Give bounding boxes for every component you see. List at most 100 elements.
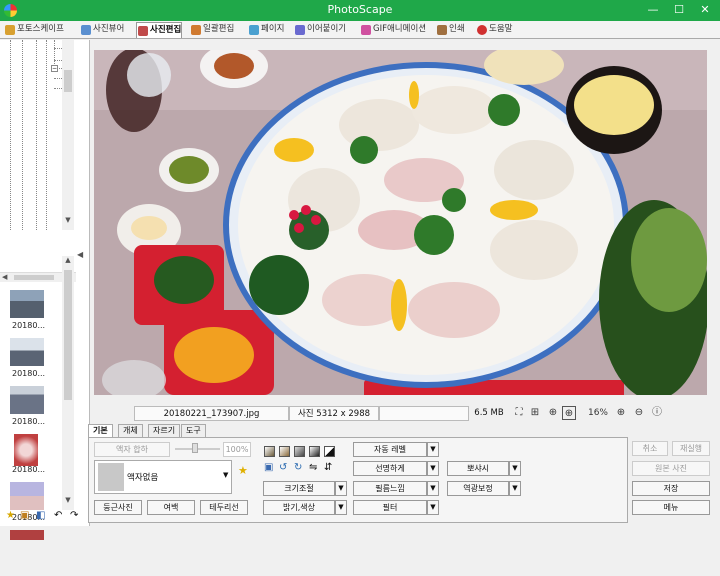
thumbnail-scrollbar[interactable]: ▲ ▼ bbox=[62, 256, 74, 510]
frame-size-value[interactable]: 100% bbox=[223, 442, 251, 457]
tree-scrollbar[interactable]: ▼ bbox=[62, 40, 74, 230]
tone-3-icon[interactable] bbox=[294, 446, 305, 457]
zoom-fit-icon[interactable]: ⊕ bbox=[546, 406, 560, 420]
edited-photo bbox=[94, 50, 707, 395]
close-button[interactable]: ✕ bbox=[692, 0, 718, 21]
tab-basic[interactable]: 기본 bbox=[88, 424, 113, 437]
tab-crop[interactable]: 자르기 bbox=[148, 424, 181, 437]
backlight-button[interactable]: 역광보정 bbox=[447, 481, 509, 496]
tab-batch-editor[interactable]: 일괄편집 bbox=[190, 22, 234, 38]
image-canvas[interactable] bbox=[94, 50, 707, 395]
favorite-star-icon[interactable]: ★ bbox=[238, 464, 248, 477]
filter-button[interactable]: 필터 bbox=[353, 500, 427, 515]
flip-vertical-icon[interactable]: ⇵ bbox=[324, 462, 332, 473]
info-icon[interactable]: ⓘ bbox=[650, 406, 664, 420]
resize-dropdown[interactable]: ▼ bbox=[335, 481, 347, 496]
zoom-level: 16% bbox=[587, 408, 608, 418]
minimize-button[interactable]: — bbox=[640, 0, 666, 21]
tone-4-icon[interactable] bbox=[309, 446, 320, 457]
gif-icon bbox=[361, 25, 371, 35]
tab-gif-animation[interactable]: GIF애니메이션 bbox=[360, 22, 426, 38]
thumbnail-item[interactable]: 20180... bbox=[2, 384, 62, 432]
resize-button[interactable]: 크기조절 bbox=[263, 481, 335, 496]
image-icon[interactable]: ▣ bbox=[264, 462, 273, 473]
bloom-button[interactable]: 뽀샤시 bbox=[447, 461, 509, 476]
basic-tab-content: 액자 합하 100% 액자없음 ▼ ★ 둥근사진 여백 테두리선 ▣ ↺ ↻ ⇋… bbox=[88, 437, 628, 523]
thumbnail-item[interactable] bbox=[2, 528, 62, 576]
margin-button[interactable]: 여백 bbox=[147, 500, 195, 515]
frame-select[interactable]: 액자없음 ▼ bbox=[94, 460, 232, 494]
tab-tools[interactable]: 도구 bbox=[181, 424, 206, 437]
viewer-icon bbox=[81, 25, 91, 35]
zoom-auto-icon[interactable]: ⊕ bbox=[562, 406, 576, 420]
window-title: PhotoScape bbox=[327, 3, 393, 16]
slider-thumb[interactable] bbox=[192, 443, 198, 453]
maximize-button[interactable]: ☐ bbox=[666, 0, 692, 21]
sharpen-button[interactable]: 선명하게 bbox=[353, 461, 427, 476]
back-arrow-icon[interactable]: ↶ bbox=[54, 510, 62, 521]
thumbnail-item[interactable]: 20180... bbox=[2, 288, 62, 336]
tone-1-icon[interactable] bbox=[264, 446, 275, 457]
menu-button[interactable]: 메뉴 bbox=[632, 500, 710, 515]
batch-editor-icon bbox=[191, 25, 201, 35]
chevron-down-icon: ▼ bbox=[223, 471, 229, 479]
scroll-down-icon[interactable]: ▼ bbox=[62, 216, 74, 224]
left-panel: − ▼ ◀ ▶ 20180... 20180... 20180... 20180… bbox=[0, 40, 90, 540]
scroll-left-icon[interactable]: ◀ bbox=[2, 273, 7, 281]
thumbnail-item[interactable]: 20180... bbox=[2, 432, 62, 480]
zoom-out-icon[interactable]: ⊖ bbox=[632, 406, 646, 420]
title-bar: PhotoScape — ☐ ✕ bbox=[0, 0, 720, 21]
open-folder-icon[interactable]: ◧ bbox=[36, 510, 45, 521]
tone-5-icon[interactable] bbox=[324, 446, 335, 457]
tab-photoscape[interactable]: 포토스케이프 bbox=[4, 22, 64, 38]
main-tab-bar: 포토스케이프 사진뷰어 사진편집 일괄편집 페이지 이어붙이기 GIF애니메이션… bbox=[0, 21, 720, 39]
filename-field: 20180221_173907.jpg bbox=[134, 406, 289, 421]
tone-2-icon[interactable] bbox=[279, 446, 290, 457]
original-photo-button[interactable]: 원본 사진 bbox=[632, 461, 710, 476]
zoom-in-icon[interactable]: ⊕ bbox=[614, 406, 628, 420]
tab-page[interactable]: 페이지 bbox=[248, 22, 284, 38]
thumbnail-list: 20180... 20180... 20180... 20180... 2018… bbox=[2, 288, 62, 576]
panel-splitter[interactable]: ◀ bbox=[77, 250, 83, 280]
photoscape-icon bbox=[5, 25, 15, 35]
forward-arrow-icon[interactable]: ↷ bbox=[70, 510, 78, 521]
rotate-left-icon[interactable]: ↺ bbox=[279, 462, 287, 473]
help-icon bbox=[477, 25, 487, 35]
redo-button[interactable]: 재실행 bbox=[672, 441, 710, 456]
auto-level-button[interactable]: 자동 레벨 bbox=[353, 442, 427, 457]
thumbnail-item[interactable]: 20180... bbox=[2, 336, 62, 384]
border-line-button[interactable]: 테두리선 bbox=[200, 500, 248, 515]
star-icon[interactable]: ★ bbox=[6, 510, 15, 521]
flip-horizontal-icon[interactable]: ⇋ bbox=[309, 462, 317, 473]
print-icon bbox=[437, 25, 447, 35]
rounded-photo-button[interactable]: 둥근사진 bbox=[94, 500, 142, 515]
tab-help[interactable]: 도움말 bbox=[476, 22, 512, 38]
tab-editor[interactable]: 사진편집 bbox=[136, 22, 183, 38]
brightness-dropdown[interactable]: ▼ bbox=[335, 500, 347, 515]
tab-viewer[interactable]: 사진뷰어 bbox=[80, 22, 124, 38]
backlight-dropdown[interactable]: ▼ bbox=[509, 481, 521, 496]
filter-dropdown[interactable]: ▼ bbox=[427, 500, 439, 515]
fit-window-icon[interactable]: ⛶ bbox=[512, 406, 526, 420]
auto-level-dropdown[interactable]: ▼ bbox=[427, 442, 439, 457]
editor-icon bbox=[138, 26, 148, 36]
bloom-dropdown[interactable]: ▼ bbox=[509, 461, 521, 476]
film-dropdown[interactable]: ▼ bbox=[427, 481, 439, 496]
combine-icon bbox=[295, 25, 305, 35]
undo-button[interactable]: 취소 bbox=[632, 441, 668, 456]
expand-icon[interactable]: − bbox=[51, 65, 58, 72]
scroll-up-icon[interactable]: ▲ bbox=[62, 256, 74, 264]
frame-merge-button[interactable]: 액자 합하 bbox=[94, 442, 170, 457]
sharpen-dropdown[interactable]: ▼ bbox=[427, 461, 439, 476]
save-button[interactable]: 저장 bbox=[632, 481, 710, 496]
page-icon bbox=[249, 25, 259, 35]
tab-combine[interactable]: 이어붙이기 bbox=[294, 22, 346, 38]
film-effect-button[interactable]: 필름느낌 bbox=[353, 481, 427, 496]
tab-object[interactable]: 개체 bbox=[118, 424, 143, 437]
tab-print[interactable]: 인쇄 bbox=[436, 22, 465, 38]
rotate-right-icon[interactable]: ↻ bbox=[294, 462, 302, 473]
brightness-color-button[interactable]: 밝기,색상 bbox=[263, 500, 335, 515]
folder-icon[interactable]: ▣ bbox=[20, 510, 29, 521]
scroll-down-icon[interactable]: ▼ bbox=[62, 496, 74, 504]
actual-size-icon[interactable]: ⊞ bbox=[528, 406, 542, 420]
